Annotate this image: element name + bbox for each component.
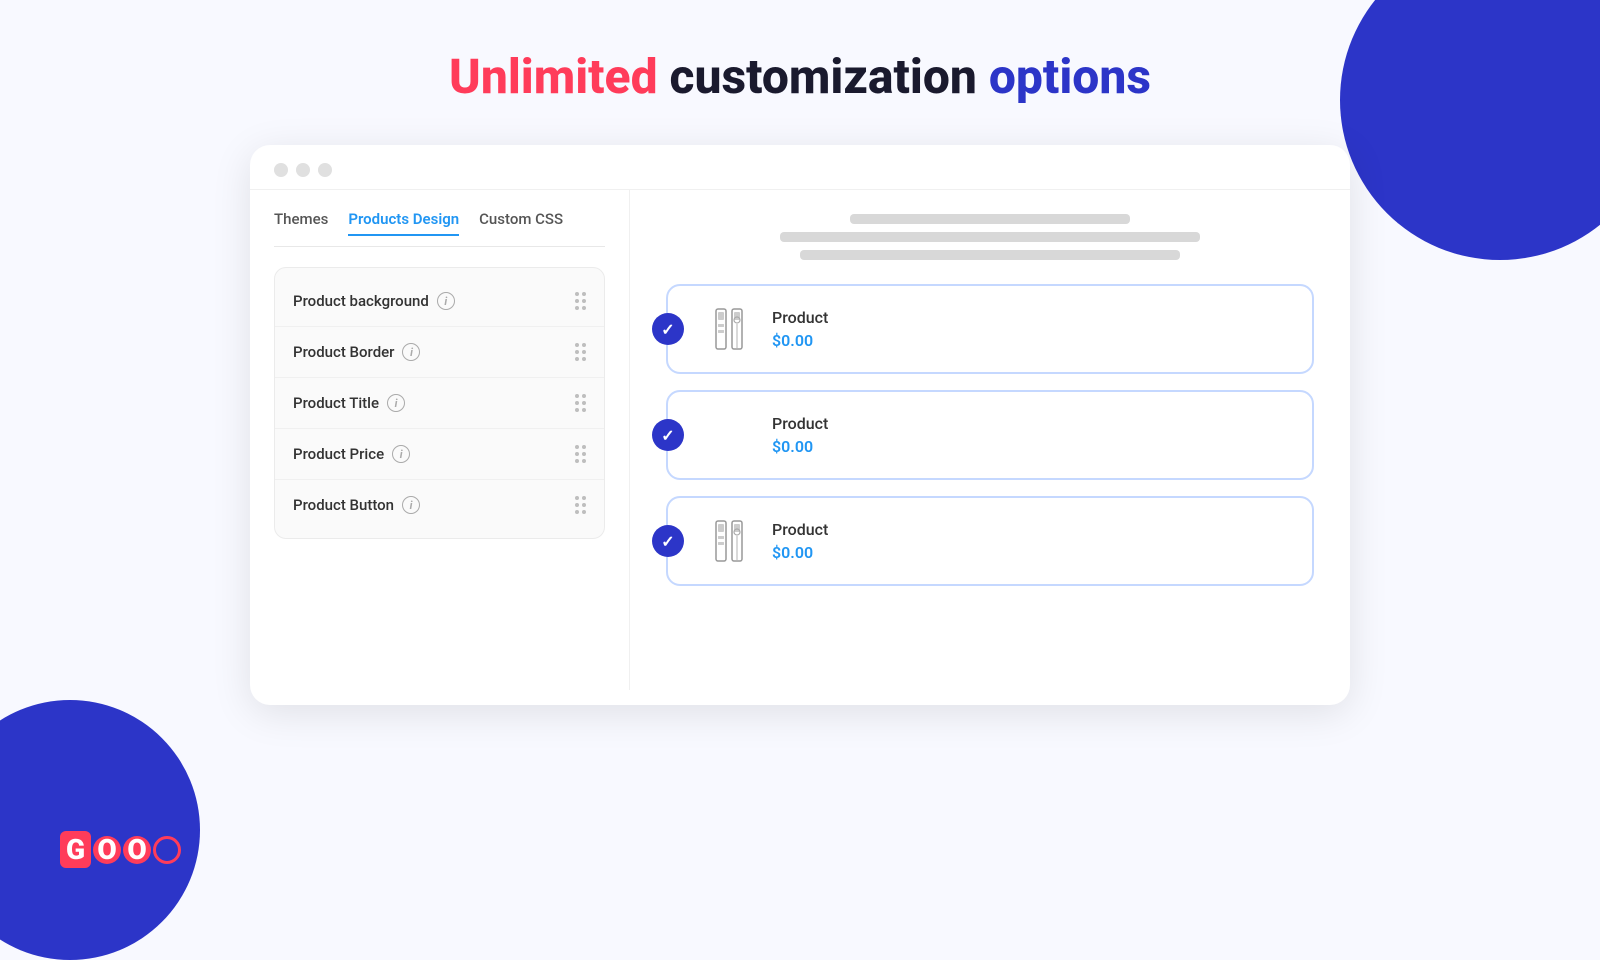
check-circle-1: ✓: [652, 313, 684, 345]
setting-row-button[interactable]: Product Button i: [275, 480, 604, 530]
setting-label-border: Product Border i: [293, 343, 420, 361]
setting-label-title: Product Title i: [293, 394, 405, 412]
product-price-3: $0.00: [772, 543, 828, 562]
product-info-2: Product $0.00: [772, 414, 828, 456]
setting-row-background[interactable]: Product background i: [275, 276, 604, 327]
setting-row-border[interactable]: Product Border i: [275, 327, 604, 378]
setting-label-price: Product Price i: [293, 445, 410, 463]
right-panel: ✓: [630, 190, 1350, 690]
tabs: Themes Products Design Custom CSS: [274, 210, 605, 247]
headline: Unlimited customization options: [449, 48, 1151, 105]
product-name-2: Product: [772, 414, 828, 433]
left-panel: Themes Products Design Custom CSS Produc…: [250, 190, 630, 690]
settings-panel: Product background i Product Border i: [274, 267, 605, 539]
product-card-1[interactable]: ✓: [666, 284, 1314, 374]
product-tool-icon-1: [704, 304, 754, 354]
logo-letter-g: G: [60, 831, 91, 868]
logo-letter-o3: [153, 836, 181, 864]
info-icon-border[interactable]: i: [402, 343, 420, 361]
product-card-inner-3: Product $0.00: [688, 514, 1292, 568]
browser-bar: [250, 145, 1350, 190]
product-info-3: Product $0.00: [772, 520, 828, 562]
product-icon-area-2: [702, 408, 756, 462]
tab-themes[interactable]: Themes: [274, 210, 328, 236]
setting-text-background: Product background: [293, 292, 429, 310]
decorative-circle-bottom-left: [0, 700, 200, 960]
search-bar-short: [850, 214, 1130, 224]
tab-custom-css[interactable]: Custom CSS: [479, 210, 563, 236]
product-price-1: $0.00: [772, 331, 828, 350]
setting-text-button: Product Button: [293, 496, 394, 514]
product-icon-area-3: [702, 514, 756, 568]
product-icon-area-1: [702, 302, 756, 356]
search-bar-long-2: [800, 250, 1180, 260]
browser-dot-1: [274, 163, 288, 177]
browser-dot-3: [318, 163, 332, 177]
browser-dot-2: [296, 163, 310, 177]
product-name-3: Product: [772, 520, 828, 539]
product-card-2[interactable]: ✓ Product $0.00: [666, 390, 1314, 480]
product-card-3[interactable]: ✓: [666, 496, 1314, 586]
logo: G O O: [60, 831, 181, 868]
check-circle-2: ✓: [652, 419, 684, 451]
setting-text-title: Product Title: [293, 394, 379, 412]
drag-handle-border[interactable]: [575, 343, 586, 361]
page-content: Unlimited customization options Themes P…: [0, 0, 1600, 705]
product-name-1: Product: [772, 308, 828, 327]
headline-part3: options: [989, 48, 1151, 105]
browser-window: Themes Products Design Custom CSS Produc…: [250, 145, 1350, 705]
search-bar-long-1: [780, 232, 1200, 242]
product-info-1: Product $0.00: [772, 308, 828, 350]
product-tool-icon-3: [704, 516, 754, 566]
info-icon-title[interactable]: i: [387, 394, 405, 412]
check-circle-3: ✓: [652, 525, 684, 557]
tab-products-design[interactable]: Products Design: [348, 210, 459, 236]
drag-handle-button[interactable]: [575, 496, 586, 514]
drag-handle-background[interactable]: [575, 292, 586, 310]
headline-part2: customization: [670, 48, 977, 105]
setting-text-price: Product Price: [293, 445, 384, 463]
product-card-inner-1: Product $0.00: [688, 302, 1292, 356]
setting-label-background: Product background i: [293, 292, 455, 310]
search-bars: [666, 214, 1314, 260]
product-price-2: $0.00: [772, 437, 828, 456]
drag-handle-price[interactable]: [575, 445, 586, 463]
setting-row-title[interactable]: Product Title i: [275, 378, 604, 429]
headline-part1: Unlimited: [449, 48, 658, 105]
setting-row-price[interactable]: Product Price i: [275, 429, 604, 480]
setting-label-button: Product Button i: [293, 496, 420, 514]
info-icon-background[interactable]: i: [437, 292, 455, 310]
logo-letter-o2: O: [123, 836, 151, 864]
setting-text-border: Product Border: [293, 343, 394, 361]
logo-letter-o1: O: [93, 836, 121, 864]
product-card-inner-2: Product $0.00: [688, 408, 1292, 462]
logo-text: G O O: [60, 831, 181, 868]
info-icon-price[interactable]: i: [392, 445, 410, 463]
info-icon-button[interactable]: i: [402, 496, 420, 514]
drag-handle-title[interactable]: [575, 394, 586, 412]
browser-body: Themes Products Design Custom CSS Produc…: [250, 190, 1350, 690]
